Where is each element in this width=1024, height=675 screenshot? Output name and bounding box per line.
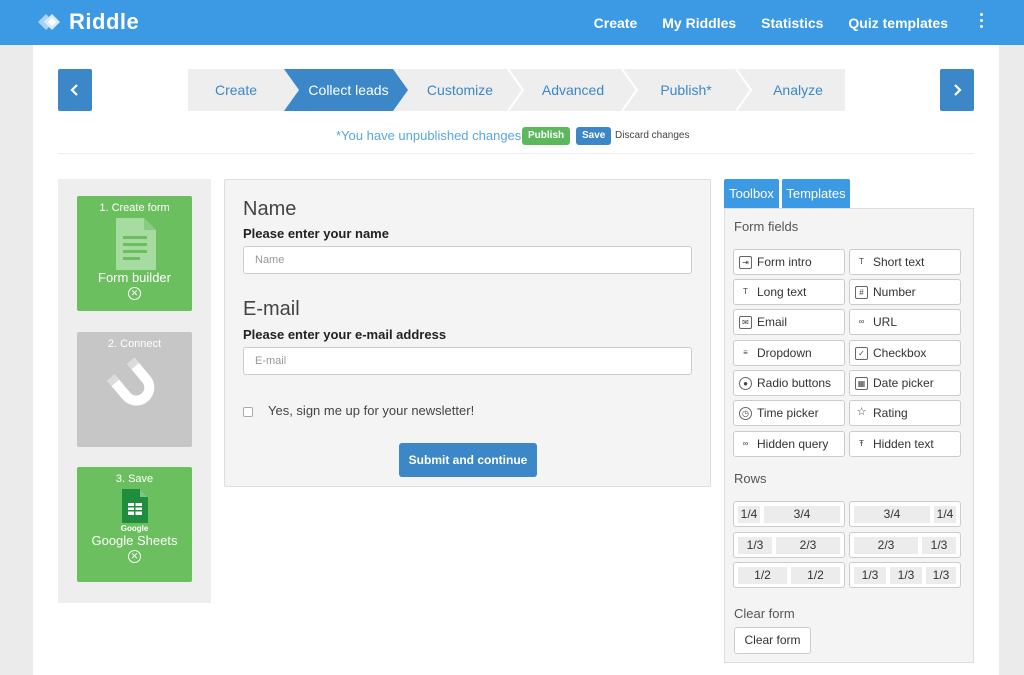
field-hidden-text[interactable]: Ŧ Hidden text bbox=[849, 431, 961, 457]
hidden-text-icon: Ŧ bbox=[859, 438, 864, 448]
discard-changes-link[interactable]: Discard changes bbox=[615, 130, 689, 141]
row-third-twothirds[interactable]: 1/3 2/3 bbox=[733, 532, 845, 558]
name-field-title: Name bbox=[243, 198, 297, 220]
field-form-intro[interactable]: ⇥ Form intro bbox=[733, 249, 845, 275]
field-dropdown[interactable]: ≡ Dropdown bbox=[733, 340, 845, 366]
form-preview: Name Please enter your name Name E-mail … bbox=[224, 179, 711, 487]
clock-icon: ◷ bbox=[739, 406, 752, 420]
card-connect[interactable]: 2. Connect bbox=[77, 332, 192, 447]
nav-quiz-templates[interactable]: Quiz templates bbox=[848, 15, 948, 31]
google-sheets-icon bbox=[121, 489, 148, 523]
row-half-half[interactable]: 1/2 1/2 bbox=[733, 562, 845, 588]
card-create-form[interactable]: 1. Create form Form builder ✕ bbox=[77, 196, 192, 311]
workflow-column: 1. Create form Form builder ✕ 2. Connect bbox=[58, 179, 211, 603]
main-panel: Create Collect leads Customize Advanced … bbox=[33, 45, 999, 675]
star-icon: ☆ bbox=[856, 405, 867, 418]
name-field-description: Please enter your name bbox=[243, 226, 389, 241]
email-field-title: E-mail bbox=[243, 298, 300, 320]
row-quarter-threequarter[interactable]: 1/4 3/4 bbox=[733, 501, 845, 527]
step-chevrons bbox=[284, 69, 753, 111]
tab-templates[interactable]: Templates bbox=[782, 179, 850, 208]
step-navigation: Create Collect leads Customize Advanced … bbox=[188, 69, 845, 111]
row-threequarter-quarter[interactable]: 3/4 1/4 bbox=[849, 501, 961, 527]
newsletter-checkbox[interactable] bbox=[243, 407, 253, 417]
field-radio-buttons[interactable]: ● Radio buttons bbox=[733, 370, 845, 396]
step-advanced[interactable]: Advanced bbox=[522, 69, 624, 111]
clear-form-button[interactable]: Clear form bbox=[734, 627, 811, 654]
field-short-text[interactable]: T Short text bbox=[849, 249, 961, 275]
step-customize[interactable]: Customize bbox=[408, 69, 512, 111]
radio-icon: ● bbox=[739, 376, 752, 390]
riddle-logo[interactable]: Riddle bbox=[34, 9, 139, 35]
short-text-icon: T bbox=[859, 256, 864, 266]
field-long-text[interactable]: T Long text bbox=[733, 279, 845, 305]
document-icon bbox=[115, 218, 156, 270]
save-button[interactable]: Save bbox=[576, 127, 612, 145]
next-step-button[interactable] bbox=[940, 69, 974, 111]
number-icon: # bbox=[855, 285, 868, 299]
nav-my-riddles[interactable]: My Riddles bbox=[662, 15, 736, 31]
email-input[interactable]: E-mail bbox=[243, 347, 692, 375]
field-checkbox[interactable]: ✓ Checkbox bbox=[849, 340, 961, 366]
publish-button[interactable]: Publish bbox=[522, 127, 571, 145]
kebab-menu-icon[interactable] bbox=[978, 13, 984, 31]
top-nav: Create My Riddles Statistics Quiz templa… bbox=[569, 0, 948, 45]
riddle-logo-icon bbox=[38, 14, 60, 30]
hidden-query-icon: ∞ bbox=[742, 438, 749, 448]
name-input[interactable]: Name bbox=[243, 246, 692, 274]
calendar-icon: ▦ bbox=[855, 376, 868, 390]
close-icon[interactable]: ✕ bbox=[128, 287, 141, 300]
unpublished-notice: *You have unpublished changes Publish - … bbox=[33, 127, 999, 147]
notice-separator: - bbox=[567, 129, 571, 140]
field-rating[interactable]: ☆ Rating bbox=[849, 400, 961, 426]
step-create[interactable]: Create bbox=[188, 69, 284, 111]
email-field-description: Please enter your e-mail address bbox=[243, 327, 447, 342]
card-title: 2. Connect bbox=[107, 338, 162, 350]
step-analyze[interactable]: Analyze bbox=[748, 69, 848, 111]
form-intro-icon: ⇥ bbox=[739, 255, 752, 269]
divider bbox=[58, 153, 974, 154]
top-bar: Riddle Create My Riddles Statistics Quiz… bbox=[0, 0, 1024, 45]
field-date-picker[interactable]: ▦ Date picker bbox=[849, 370, 961, 396]
form-fields-heading: Form fields bbox=[734, 219, 799, 234]
nav-statistics[interactable]: Statistics bbox=[761, 15, 823, 31]
unpublished-message: *You have unpublished changes bbox=[336, 128, 522, 143]
step-collect-leads[interactable]: Collect leads bbox=[296, 69, 401, 111]
field-url[interactable]: ∞ URL bbox=[849, 309, 961, 335]
link-icon: ∞ bbox=[858, 316, 865, 326]
tab-toolbox[interactable]: Toolbox bbox=[724, 179, 779, 208]
step-publish[interactable]: Publish* bbox=[635, 69, 737, 111]
field-time-picker[interactable]: ◷ Time picker bbox=[733, 400, 845, 426]
card-label: Form builder bbox=[98, 270, 171, 285]
clear-form-heading: Clear form bbox=[734, 606, 795, 621]
card-save[interactable]: 3. Save Google Google Sheets ✕ bbox=[77, 467, 192, 582]
field-email[interactable]: ✉ Email bbox=[733, 309, 845, 335]
row-twothirds-third[interactable]: 2/3 1/3 bbox=[849, 532, 961, 558]
card-title: 1. Create form bbox=[99, 202, 170, 214]
row-thirds[interactable]: 1/3 1/3 1/3 bbox=[849, 562, 961, 588]
card-label: Google Sheets bbox=[91, 533, 178, 548]
dropdown-icon: ≡ bbox=[743, 347, 748, 357]
toolbox-panel: Form fields ⇥ Form intro T Short text T Lon… bbox=[724, 208, 974, 663]
envelope-icon: ✉ bbox=[739, 315, 752, 329]
prev-step-button[interactable] bbox=[58, 69, 92, 111]
nav-create[interactable]: Create bbox=[594, 15, 638, 31]
chevron-right-icon bbox=[954, 84, 962, 96]
magnet-icon bbox=[106, 357, 154, 406]
app-name: Riddle bbox=[69, 9, 140, 34]
chevron-left-icon bbox=[70, 84, 78, 96]
long-text-icon: T bbox=[743, 286, 748, 296]
close-icon[interactable]: ✕ bbox=[128, 550, 141, 563]
field-hidden-query[interactable]: ∞ Hidden query bbox=[733, 431, 845, 457]
rows-heading: Rows bbox=[734, 471, 767, 486]
newsletter-label[interactable]: Yes, sign me up for your newsletter! bbox=[268, 403, 474, 418]
field-number[interactable]: # Number bbox=[849, 279, 961, 305]
submit-button[interactable]: Submit and continue bbox=[399, 443, 537, 477]
checkbox-icon: ✓ bbox=[855, 346, 868, 360]
google-label: Google bbox=[120, 524, 149, 533]
card-title: 3. Save bbox=[115, 473, 154, 485]
